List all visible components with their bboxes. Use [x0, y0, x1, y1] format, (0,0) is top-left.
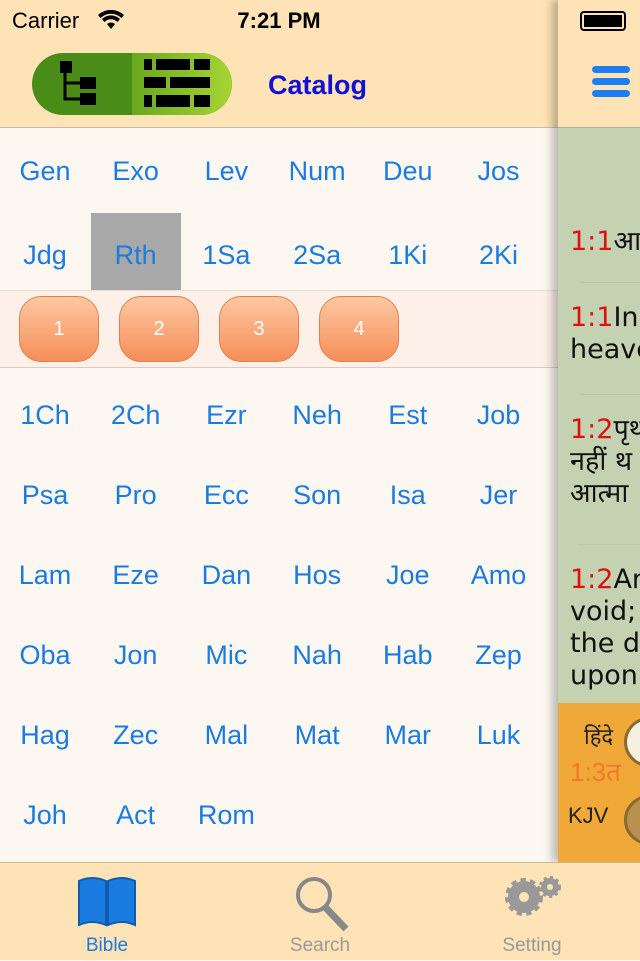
book-mar[interactable]: Mar [363, 695, 453, 775]
book-hab[interactable]: Hab [363, 615, 453, 695]
book-son[interactable]: Son [272, 455, 362, 535]
verse: 1:1Inheave [570, 302, 640, 366]
book-jon[interactable]: Jon [91, 615, 181, 695]
book-ecc[interactable]: Ecc [181, 455, 271, 535]
book-gen[interactable]: Gen [0, 129, 90, 213]
book-amo[interactable]: Amo [454, 535, 544, 615]
book-jer[interactable]: Jer [454, 455, 544, 535]
verse-number: 1:2 [570, 564, 614, 595]
book-1ki[interactable]: 1Ki [363, 213, 453, 297]
lang-kjv-button[interactable]: KJV [568, 803, 608, 829]
book-2ki[interactable]: 2Ki [454, 213, 544, 297]
verse: 1:1आ [570, 226, 640, 258]
book-jos[interactable]: Jos [454, 129, 544, 213]
grid-view-segment[interactable] [132, 53, 232, 115]
book-neh[interactable]: Neh [272, 375, 362, 455]
book-psa[interactable]: Psa [0, 455, 90, 535]
chapter-button-3[interactable]: 3 [219, 296, 299, 362]
book-act[interactable]: Act [91, 775, 181, 855]
book-hag[interactable]: Hag [0, 695, 90, 775]
chapter-button-4[interactable]: 4 [319, 296, 399, 362]
menu-icon[interactable] [592, 66, 630, 102]
verse-text: heave [570, 334, 640, 365]
tab-search[interactable]: Search [250, 863, 390, 961]
verse-text: An [613, 564, 640, 595]
language-switcher: हिंदे 1:3त KJV [558, 703, 640, 862]
book-est[interactable]: Est [363, 375, 453, 455]
book-1ch[interactable]: 1Ch [0, 375, 90, 455]
book-isa[interactable]: Isa [363, 455, 453, 535]
verse-number: 1:1 [570, 302, 614, 333]
verse-text: upon [570, 660, 638, 691]
verse-text: नहीं थ [570, 446, 633, 477]
book-jdg[interactable]: Jdg [0, 213, 90, 297]
verse-text: the d [570, 628, 640, 659]
status-bar: Carrier 7:21 PM [0, 0, 640, 40]
header: Catalog [0, 40, 558, 128]
divider [578, 544, 640, 545]
book-icon [78, 877, 136, 927]
lang-hindi-button[interactable]: हिंदे [584, 721, 613, 751]
verse-text: In [613, 302, 639, 333]
chapter-bar: 1234 [0, 290, 558, 368]
book-pro[interactable]: Pro [91, 455, 181, 535]
book-joh[interactable]: Joh [0, 775, 90, 855]
book-rth[interactable]: Rth [90, 213, 181, 297]
book-nah[interactable]: Nah [272, 615, 362, 695]
verse-text: पृथ [613, 414, 640, 445]
book-num[interactable]: Num [272, 129, 362, 213]
verse-text: void; [570, 596, 637, 627]
book-zec[interactable]: Zec [91, 695, 181, 775]
book-oba[interactable]: Oba [0, 615, 90, 695]
book-ezr[interactable]: Ezr [181, 375, 271, 455]
tab-setting[interactable]: Setting [462, 863, 602, 961]
book-lev[interactable]: Lev [181, 129, 271, 213]
book-mal[interactable]: Mal [181, 695, 271, 775]
chapter-button-2[interactable]: 2 [119, 296, 199, 362]
book-dan[interactable]: Dan [181, 535, 271, 615]
book-rom[interactable]: Rom [181, 775, 271, 855]
book-lam[interactable]: Lam [0, 535, 90, 615]
view-toggle[interactable] [32, 53, 232, 115]
book-hos[interactable]: Hos [272, 535, 362, 615]
book-mic[interactable]: Mic [181, 615, 271, 695]
book-exo[interactable]: Exo [91, 129, 181, 213]
book-zep[interactable]: Zep [454, 615, 544, 695]
book-eze[interactable]: Eze [91, 535, 181, 615]
kjv-toggle[interactable] [624, 795, 640, 845]
tab-bar: Bible Search Setting [0, 862, 640, 960]
reader-panel[interactable]: 1:1आ1:1Inheave1:2पृथनहीं थआत्मा1:2Anvoid… [558, 0, 640, 862]
page-title: Catalog [268, 70, 368, 100]
book-deu[interactable]: Deu [363, 129, 453, 213]
tab-bible[interactable]: Bible [37, 863, 177, 961]
verse-number: 1:1 [570, 226, 614, 257]
book-luk[interactable]: Luk [454, 695, 544, 775]
book-2ch[interactable]: 2Ch [91, 375, 181, 455]
chapter-button-1[interactable]: 1 [19, 296, 99, 362]
search-icon [296, 877, 349, 932]
gears-icon [505, 876, 561, 916]
verse-text: आत्मा [570, 478, 629, 509]
grid-view-icon [144, 59, 210, 107]
clock: 7:21 PM [237, 8, 321, 33]
tree-view-icon[interactable] [58, 61, 106, 107]
next-verse: 1:3त [570, 757, 621, 787]
divider [578, 394, 640, 395]
book-mat[interactable]: Mat [272, 695, 362, 775]
reader-header [558, 0, 640, 128]
book-1sa[interactable]: 1Sa [181, 213, 271, 297]
book-2sa[interactable]: 2Sa [272, 213, 362, 297]
book-job[interactable]: Job [454, 375, 544, 455]
verse: 1:2पृथ नहीं थ आत्मा [570, 414, 640, 510]
verse-text: आ [613, 226, 640, 257]
divider [578, 282, 640, 283]
book-grid: Gen Exo Lev Num Deu Jos Jdg Rth 1Sa 2Sa 1Ki 2Ki 1Ch 2… [0, 129, 558, 862]
verse-number: 1:2 [570, 414, 614, 445]
book-joe[interactable]: Joe [363, 535, 453, 615]
hindi-toggle[interactable] [624, 717, 640, 767]
verse: 1:2Anvoid;the dupon [570, 564, 640, 692]
battery-icon [580, 11, 626, 31]
